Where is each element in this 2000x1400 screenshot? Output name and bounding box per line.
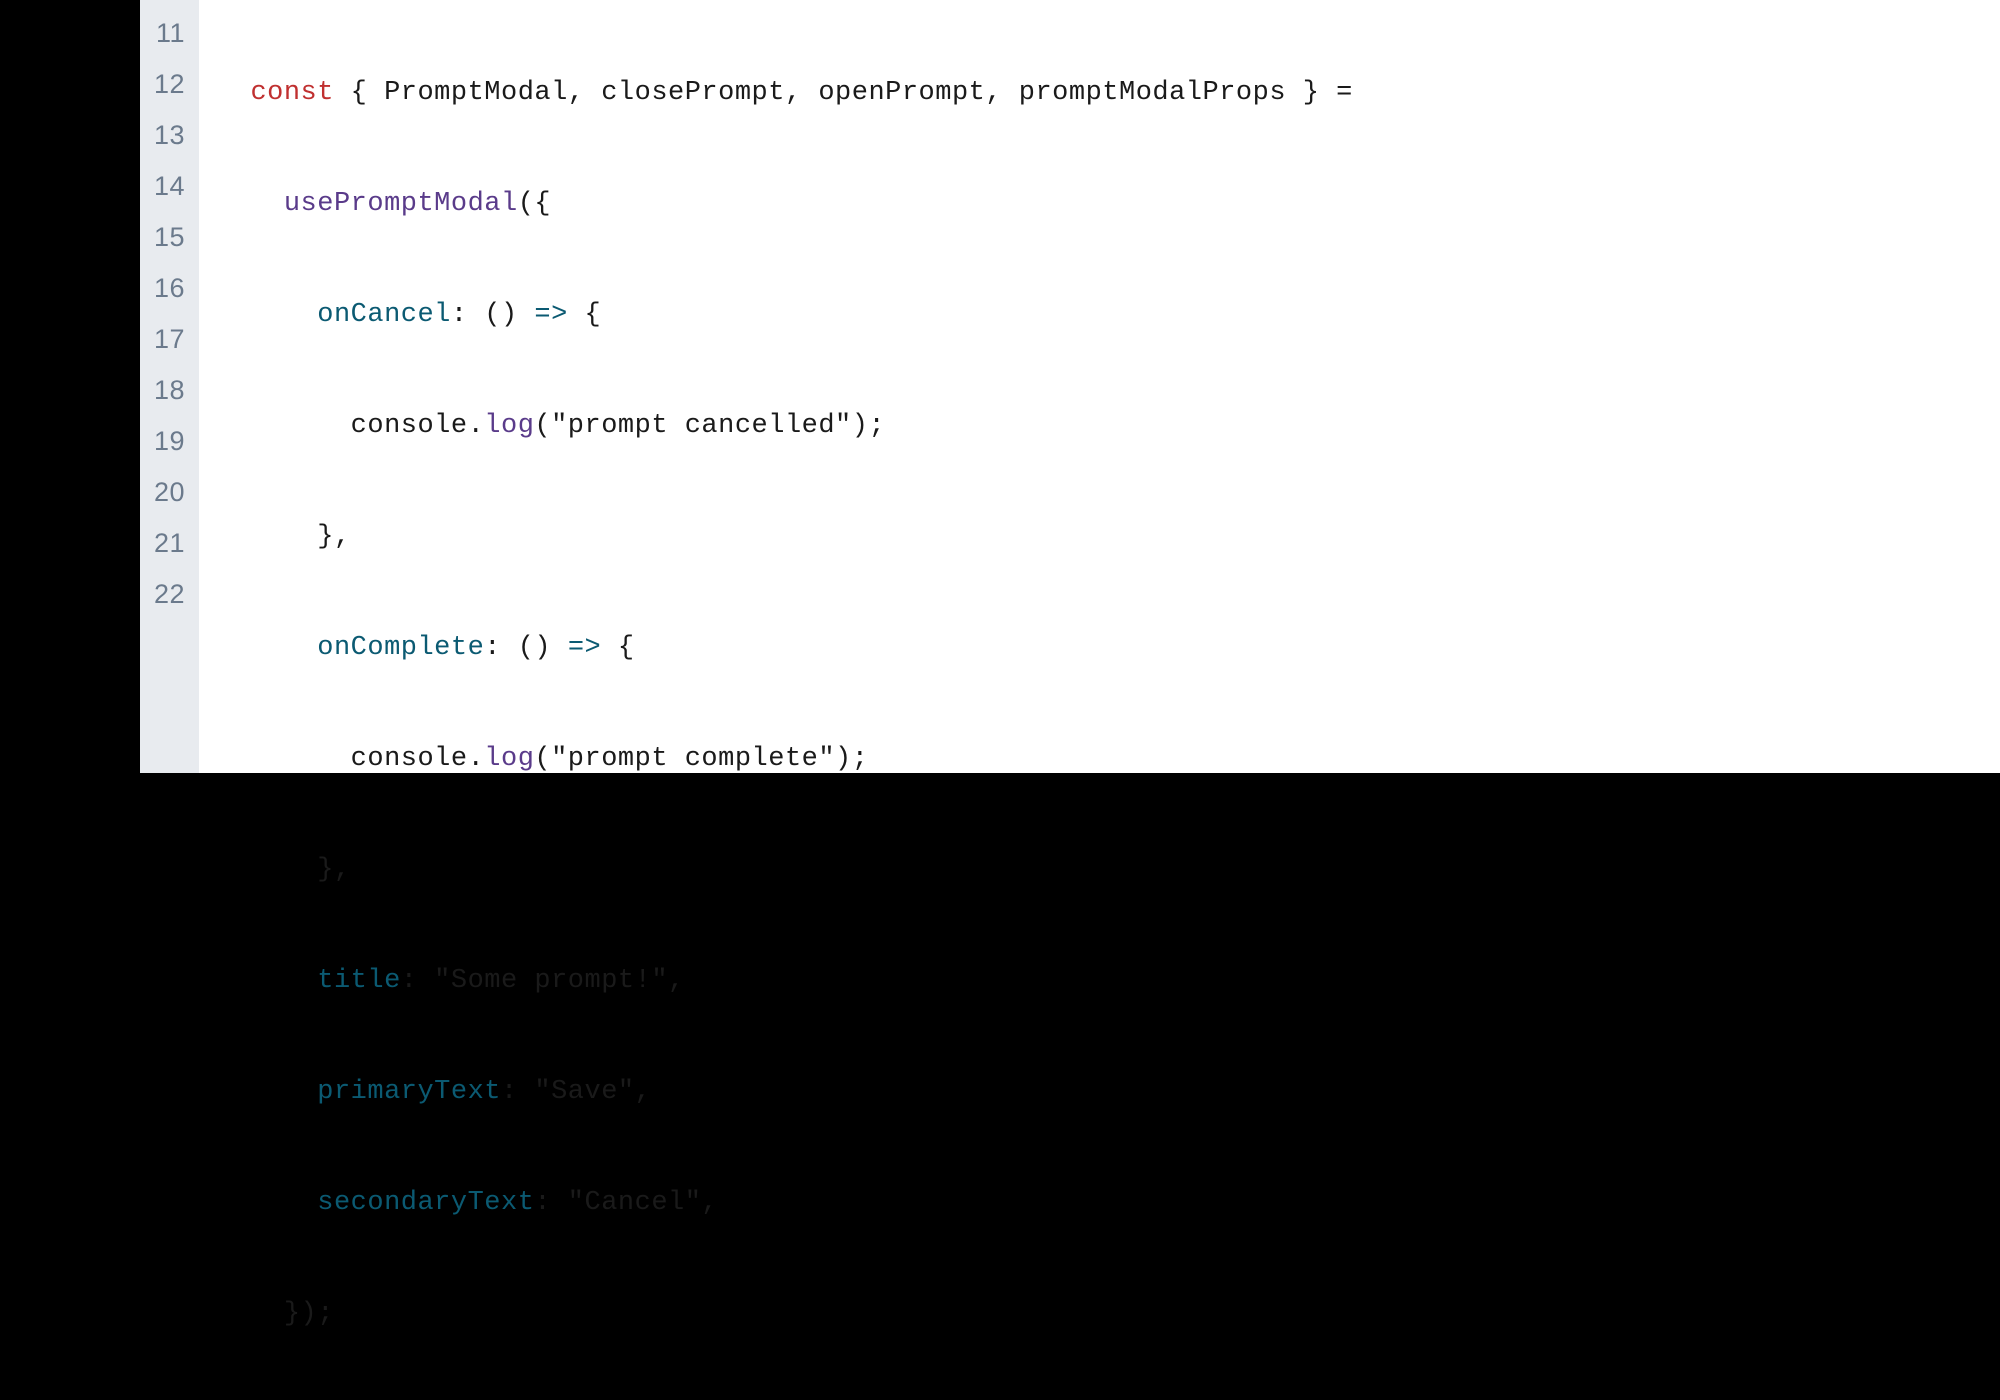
- indent: [217, 633, 317, 663]
- code-text: ("prompt cancelled");: [534, 411, 885, 441]
- prop-name: title: [317, 966, 401, 996]
- code-text: : "Cancel",: [534, 1188, 718, 1218]
- indent: [217, 966, 317, 996]
- prop-name: onComplete: [317, 633, 484, 663]
- code-line: console.log("prompt cancelled");: [217, 401, 2000, 452]
- code-text: : "Save",: [501, 1077, 651, 1107]
- code-line: },: [217, 845, 2000, 896]
- code-text: {: [568, 300, 601, 330]
- code-line: },: [217, 512, 2000, 563]
- prop-name: onCancel: [317, 300, 451, 330]
- code-text: : "Some prompt!",: [401, 966, 685, 996]
- line-number: 11: [154, 8, 185, 59]
- code-text: {: [601, 633, 634, 663]
- function-name: usePromptModal: [284, 189, 518, 219]
- line-number: 20: [154, 467, 185, 518]
- code-text: ("prompt complete");: [534, 744, 868, 774]
- line-number: 12: [154, 59, 185, 110]
- code-line: const { PromptModal, closePrompt, openPr…: [217, 68, 2000, 119]
- code-line: title: "Some prompt!",: [217, 956, 2000, 1007]
- indent: [217, 1188, 317, 1218]
- indent: console.: [217, 411, 484, 441]
- code-line: onComplete: () => {: [217, 623, 2000, 674]
- code-editor: 11 12 13 14 15 16 17 18 19 20 21 22 cons…: [140, 0, 2000, 773]
- code-line: usePromptModal({: [217, 179, 2000, 230]
- function-name: log: [484, 411, 534, 441]
- operator-equals: =: [1336, 78, 1353, 108]
- code-text: : (): [451, 300, 535, 330]
- function-name: log: [484, 744, 534, 774]
- code-text: : (): [484, 633, 568, 663]
- indent: console.: [217, 744, 484, 774]
- keyword-const: const: [250, 78, 334, 108]
- code-text: { PromptModal, closePrompt, openPrompt, …: [334, 78, 1336, 108]
- code-content[interactable]: const { PromptModal, closePrompt, openPr…: [199, 0, 2000, 773]
- code-text: ({: [518, 189, 551, 219]
- code-text: },: [217, 522, 351, 552]
- code-line: secondaryText: "Cancel",: [217, 1178, 2000, 1229]
- left-black-bar: [0, 0, 140, 773]
- line-number: 22: [154, 569, 185, 620]
- line-number: 16: [154, 263, 185, 314]
- arrow-operator: =>: [568, 633, 601, 663]
- indent: [217, 189, 284, 219]
- line-number: 15: [154, 212, 185, 263]
- line-number: 19: [154, 416, 185, 467]
- code-text: },: [217, 855, 351, 885]
- prop-name: primaryText: [317, 1077, 501, 1107]
- code-line: primaryText: "Save",: [217, 1067, 2000, 1118]
- code-text: });: [217, 1299, 334, 1329]
- line-number: 18: [154, 365, 185, 416]
- line-number: 14: [154, 161, 185, 212]
- code-line: onCancel: () => {: [217, 290, 2000, 341]
- code-line: console.log("prompt complete");: [217, 734, 2000, 785]
- prop-name: secondaryText: [317, 1188, 534, 1218]
- indent: [217, 300, 317, 330]
- arrow-operator: =>: [534, 300, 567, 330]
- line-number: 17: [154, 314, 185, 365]
- code-line: });: [217, 1289, 2000, 1340]
- line-number: 13: [154, 110, 185, 161]
- indent: [217, 1077, 317, 1107]
- line-number: 21: [154, 518, 185, 569]
- line-number-gutter: 11 12 13 14 15 16 17 18 19 20 21 22: [140, 0, 199, 773]
